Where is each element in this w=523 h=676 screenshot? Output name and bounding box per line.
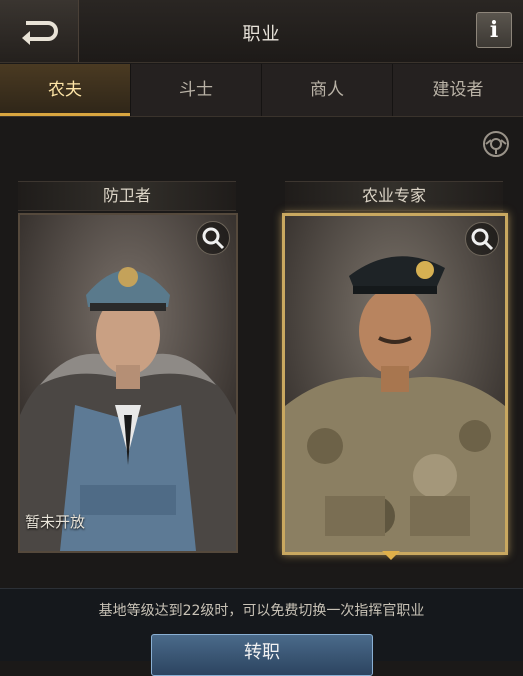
tab-merchant[interactable]: 商人: [262, 64, 393, 116]
zoom-icon: [202, 227, 225, 250]
officer-portrait: [20, 215, 236, 551]
selection-indicator: [382, 551, 400, 560]
card-title-defender: 防卫者: [18, 181, 236, 211]
zoom-button[interactable]: [465, 222, 499, 256]
info-button[interactable]: i: [476, 12, 512, 48]
settings-icon[interactable]: [482, 130, 510, 158]
soldier-portrait: [285, 216, 505, 552]
page-title: 职业: [242, 24, 281, 45]
zoom-icon: [471, 228, 494, 251]
tab-fighter[interactable]: 斗士: [131, 64, 262, 116]
card-defender[interactable]: 暂未开放: [18, 213, 238, 553]
tab-farmer[interactable]: 农夫: [0, 64, 131, 116]
card-title-agri-expert: 农业专家: [285, 181, 503, 211]
card-agri-expert[interactable]: [282, 213, 508, 555]
tab-builder[interactable]: 建设者: [393, 64, 523, 116]
change-profession-button[interactable]: 转职: [151, 634, 373, 676]
zoom-button[interactable]: [196, 221, 230, 255]
profession-tabs: 农夫 斗士 商人 建设者: [0, 64, 523, 117]
info-icon: i: [489, 17, 499, 43]
top-bar: 职业 i: [0, 0, 523, 63]
notice-text: 基地等级达到22级时，可以免费切换一次指挥官职业: [98, 603, 425, 619]
status-text: 暂未开放: [25, 513, 86, 531]
